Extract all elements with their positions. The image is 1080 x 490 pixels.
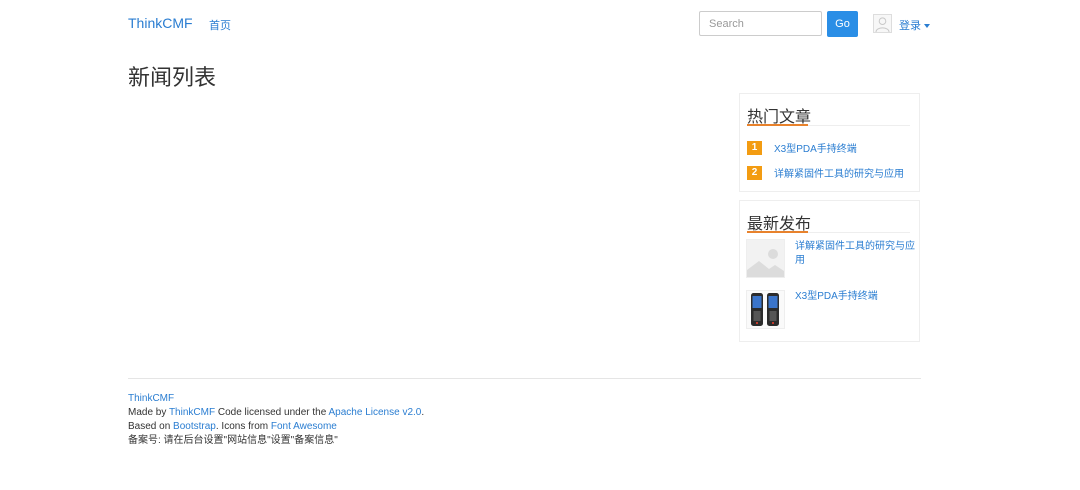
- page-title: 新闻列表: [128, 65, 217, 90]
- hot-article-item: 1 X3型PDA手持终端: [747, 140, 857, 155]
- license-text: Code licensed under the: [215, 407, 329, 418]
- icp-record: 备案号: 请在后台设置"网站信息"设置"备案信息": [128, 435, 338, 446]
- latest-post-link[interactable]: X3型PDA手持终端: [795, 290, 915, 304]
- image-placeholder-graphic: [747, 240, 784, 277]
- thinkcmf-link[interactable]: ThinkCMF: [169, 407, 215, 418]
- license-end: .: [421, 407, 425, 418]
- top-navbar: ThinkCMF 首页 Go 登录: [0, 0, 1080, 50]
- rank-badge: 1: [747, 140, 762, 155]
- title-accent-underline: [747, 124, 808, 126]
- footer-based-on-line: Based on Bootstrap. Icons from Font Awes…: [128, 420, 424, 434]
- footer-divider: [128, 378, 921, 379]
- title-accent-underline: [747, 231, 808, 233]
- apache-license-link[interactable]: Apache License v2.0: [329, 407, 422, 418]
- footer-brand-link[interactable]: ThinkCMF: [128, 393, 174, 404]
- caret-down-icon: [924, 24, 930, 29]
- based-on-prefix: Based on: [128, 421, 174, 432]
- footer: ThinkCMF Made by ThinkCMF Code licensed …: [128, 392, 424, 448]
- made-by-prefix: Made by: [128, 407, 169, 418]
- footer-made-by-line: Made by ThinkCMF Code licensed under the…: [128, 406, 424, 420]
- hot-article-link[interactable]: 详解紧固件工具的研究与应用: [774, 165, 904, 180]
- search-go-button[interactable]: Go: [827, 11, 858, 37]
- image-placeholder-icon[interactable]: [746, 239, 785, 278]
- user-avatar-icon[interactable]: [873, 14, 892, 33]
- hot-articles-widget: 热门文章 1 X3型PDA手持终端 2 详解紧固件工具的研究与应用: [739, 93, 920, 192]
- bootstrap-link[interactable]: Bootstrap: [173, 421, 216, 432]
- hot-article-link[interactable]: X3型PDA手持终端: [774, 140, 857, 155]
- search-input[interactable]: [699, 11, 822, 36]
- user-avatar-icon-graphic: [875, 17, 890, 32]
- icons-text: . Icons from: [215, 421, 271, 432]
- hot-article-item: 2 详解紧固件工具的研究与应用: [747, 165, 904, 180]
- pda-device-graphic: [747, 291, 784, 328]
- pda-device-image[interactable]: [746, 290, 785, 329]
- font-awesome-link[interactable]: Font Awesome: [271, 421, 337, 432]
- login-dropdown[interactable]: 登录: [899, 17, 930, 33]
- rank-badge: 2: [747, 165, 762, 180]
- brand-link[interactable]: ThinkCMF: [128, 15, 193, 31]
- login-label: 登录: [899, 20, 921, 32]
- nav-home-link[interactable]: 首页: [209, 17, 231, 33]
- latest-post-link[interactable]: 详解紧固件工具的研究与应用: [795, 240, 915, 268]
- latest-posts-widget: 最新发布 详解紧固件工具的研究与应用 X3型PDA手持终端: [739, 200, 920, 342]
